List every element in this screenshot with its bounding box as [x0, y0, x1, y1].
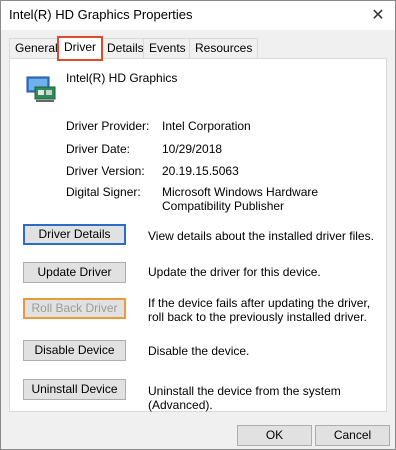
display-adapter-icon	[24, 75, 64, 103]
roll-back-driver-button[interactable]: Roll Back Driver	[23, 298, 126, 319]
driver-provider-value: Intel Corporation	[162, 119, 251, 133]
driver-version-value: 20.19.15.5063	[162, 164, 239, 178]
update-driver-description: Update the driver for this device.	[148, 265, 321, 279]
tab-resources[interactable]: Resources	[189, 38, 259, 58]
driver-details-description: View details about the installed driver …	[148, 229, 374, 243]
ok-button[interactable]: OK	[237, 425, 312, 446]
driver-date-value: 10/29/2018	[162, 142, 223, 156]
tab-driver[interactable]: Driver	[57, 36, 103, 61]
cancel-button[interactable]: Cancel	[315, 425, 390, 446]
roll-back-driver-description: If the device fails after updating the d…	[148, 296, 371, 324]
digital-signer-value: Microsoft Windows Hardware Compatibility…	[162, 185, 319, 213]
update-driver-button[interactable]: Update Driver	[23, 262, 126, 283]
tab-general[interactable]: General	[9, 38, 64, 58]
close-icon[interactable]: ✕	[361, 1, 395, 30]
properties-dialog: Intel(R) HD Graphics Properties ✕ Genera…	[0, 0, 396, 450]
driver-provider-label: Driver Provider:	[66, 119, 150, 133]
disable-device-description: Disable the device.	[148, 344, 250, 358]
tab-events[interactable]: Events	[143, 38, 192, 58]
driver-date-label: Driver Date:	[66, 142, 131, 156]
driver-version-label: Driver Version:	[66, 164, 145, 178]
uninstall-device-description: Uninstall the device from the system (Ad…	[148, 384, 341, 412]
window-title: Intel(R) HD Graphics Properties	[9, 7, 193, 22]
device-name: Intel(R) HD Graphics	[66, 71, 178, 85]
digital-signer-label: Digital Signer:	[66, 185, 141, 199]
driver-tab-panel: Intel(R) HD Graphics Driver Provider: In…	[9, 58, 387, 412]
title-bar: Intel(R) HD Graphics Properties ✕	[1, 1, 395, 30]
driver-details-button[interactable]: Driver Details	[23, 224, 126, 245]
disable-device-button[interactable]: Disable Device	[23, 340, 126, 361]
uninstall-device-button[interactable]: Uninstall Device	[23, 379, 126, 400]
